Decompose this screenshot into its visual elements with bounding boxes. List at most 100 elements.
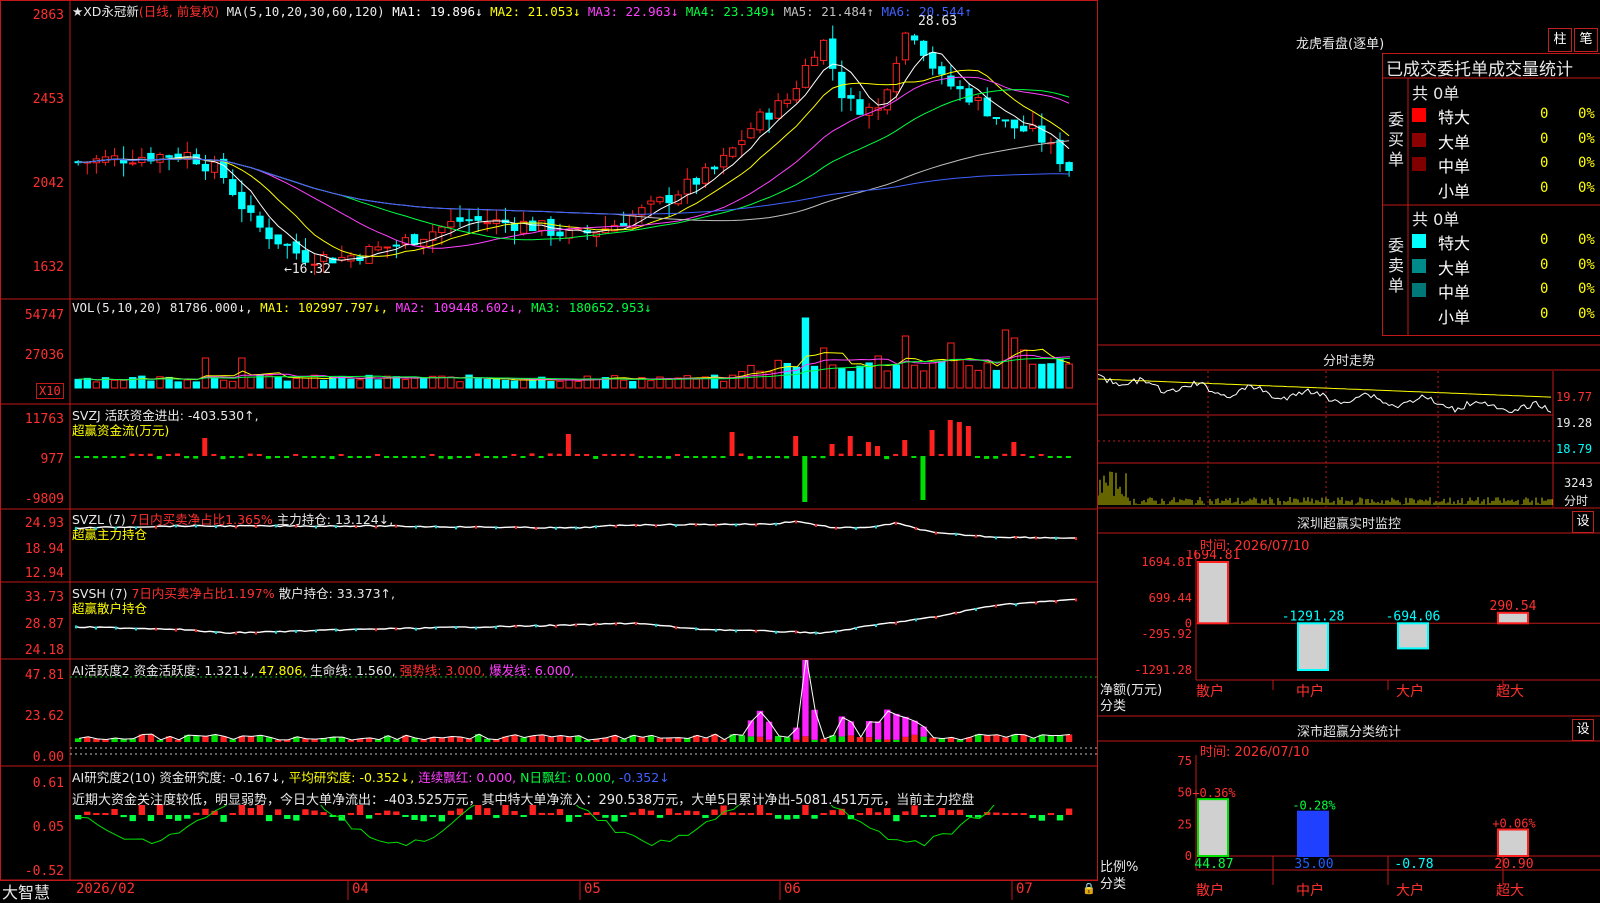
candle-body — [893, 63, 899, 91]
volume-bar — [648, 381, 654, 388]
research-bar — [639, 809, 645, 815]
class-bar-chart[interactable]: 7550250+0.36%44.87散户-0.28%35.00中户-0.78大户… — [1098, 755, 1600, 900]
retail-line-tick — [315, 629, 317, 632]
order-color-swatch — [1412, 108, 1426, 122]
volume-bar — [848, 371, 854, 388]
fund-flow-chart[interactable] — [71, 405, 1097, 508]
research-bar — [302, 809, 308, 815]
research-bar — [348, 813, 354, 815]
intraday-y-label: 19.28 — [1556, 416, 1592, 430]
volume-bar — [548, 382, 554, 388]
activity-peak-bar — [802, 660, 808, 736]
retail-line-tick — [375, 628, 377, 631]
activity-chart[interactable] — [71, 660, 1097, 765]
volume-bar — [266, 376, 272, 388]
volume-bar — [802, 318, 808, 388]
fund-flow-bar — [593, 456, 598, 459]
volume-bar — [511, 381, 517, 388]
volume-bar — [984, 363, 990, 388]
research-bar — [939, 808, 945, 815]
air-n-day-red: N日飘红: 0.000, — [520, 770, 615, 785]
activity-bar — [348, 740, 354, 742]
candle-body — [266, 228, 272, 239]
kline-chart[interactable] — [71, 0, 1097, 298]
retail-holding-chart[interactable] — [71, 583, 1097, 658]
intraday-title: 分时走势 — [1098, 350, 1600, 369]
activity-bar — [875, 739, 881, 742]
research-bar — [630, 812, 636, 815]
research-bar — [248, 808, 254, 815]
fund-flow-bar — [384, 456, 389, 458]
fund-flow-bar — [693, 456, 698, 458]
fund-flow-bar — [257, 454, 262, 456]
research-bar — [1039, 815, 1045, 821]
main-force-line-tick — [995, 536, 997, 539]
research-bar — [257, 805, 263, 815]
main-force-line-tick — [415, 526, 417, 529]
fund-flow-bar — [784, 456, 789, 458]
fund-flow-bar — [675, 454, 680, 456]
main-chart-area[interactable]: 2863 2453 2042 1632 ★XD永冠新(日线, 前复权) MA(5… — [0, 0, 1098, 900]
research-bar — [548, 813, 554, 815]
svzl-axis-label: 24.93 — [0, 516, 64, 531]
research-bar — [766, 813, 772, 815]
candle-body — [493, 220, 499, 224]
fund-flow-bar — [520, 456, 525, 458]
main-force-line-tick — [675, 524, 677, 527]
volume-bar — [839, 369, 845, 388]
fund-flow-bar — [775, 456, 780, 458]
order-count: 0 — [1540, 131, 1548, 147]
bar-mode-button[interactable]: 柱 — [1548, 28, 1572, 52]
volume-chart[interactable] — [71, 300, 1097, 403]
monitor-settings-button[interactable]: 设 — [1572, 511, 1594, 533]
fund-flow-bar — [357, 456, 362, 458]
monitor-bar-chart[interactable]: 1694.81699.440-295.92-1291.281694.81散户-1… — [1098, 550, 1600, 715]
research-chart[interactable] — [71, 805, 1097, 879]
volume-bar — [402, 380, 408, 388]
retail-line-tick — [755, 630, 757, 633]
intraday-chart[interactable] — [1098, 371, 1600, 507]
retail-line-tick — [595, 623, 597, 626]
brand-logo: 大智慧 — [2, 879, 50, 903]
main-force-holding-chart[interactable] — [71, 510, 1097, 581]
class-value-label: 20.90 — [1494, 857, 1533, 872]
class-settings-button[interactable]: 设 — [1572, 719, 1594, 741]
volume-bar — [193, 382, 199, 388]
main-force-line-tick — [375, 526, 377, 529]
order-row: 大单00% — [1412, 255, 1600, 277]
order-type-label: 小单 — [1438, 304, 1470, 328]
main-force-line-tick — [855, 527, 857, 530]
research-bar — [439, 815, 445, 821]
research-bar — [739, 813, 745, 815]
price-line — [1098, 374, 1551, 412]
volume-bar — [875, 356, 881, 388]
main-force-line-tick — [895, 522, 897, 525]
fund-flow-bar — [130, 454, 135, 456]
activity-bar — [702, 738, 708, 742]
volume-bar — [93, 382, 99, 388]
candle-body — [248, 206, 254, 213]
activity-peak-bar — [902, 717, 908, 737]
retail-line-tick — [535, 624, 537, 627]
candle-body — [920, 41, 926, 55]
order-type-label: 大单 — [1438, 129, 1470, 153]
fund-flow-bar — [575, 454, 580, 456]
main-force-line-tick — [955, 533, 957, 536]
lock-icon[interactable]: 🔒 — [1082, 882, 1096, 895]
volume-bar — [911, 365, 917, 388]
activity-bar — [657, 738, 663, 742]
tick-mode-button[interactable]: 笔 — [1574, 28, 1598, 52]
candle-body — [693, 179, 699, 185]
retail-line-tick — [835, 630, 837, 633]
vol-unit-badge: X10 — [36, 383, 64, 399]
fund-flow-bar — [584, 454, 589, 456]
candle-body — [457, 218, 463, 222]
retail-line-tick — [155, 628, 157, 631]
research-bar — [311, 811, 317, 815]
x-axis: 2026/02 04 05 06 07 🔒 — [0, 880, 1098, 900]
fund-flow-bar — [920, 456, 925, 500]
volume-bar — [857, 366, 863, 388]
retail-line-tick — [695, 627, 697, 630]
main-force-line-tick — [155, 526, 157, 529]
fund-flow-bar — [75, 456, 80, 458]
